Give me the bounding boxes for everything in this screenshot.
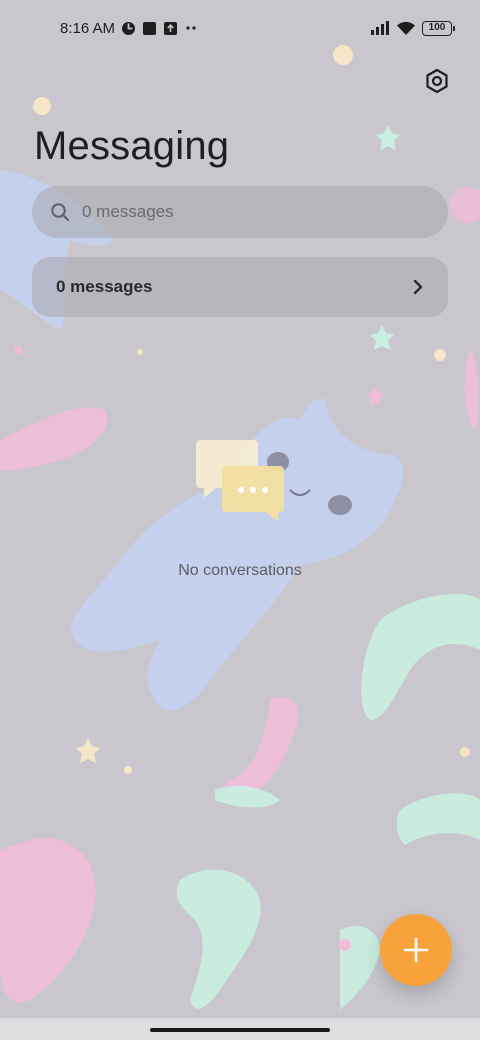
home-indicator[interactable]: [150, 1028, 330, 1032]
plus-icon: [403, 937, 429, 963]
notification-app-icon: [142, 21, 157, 36]
vpn-icon: [121, 21, 136, 36]
upload-icon: [163, 21, 178, 36]
chevron-right-icon: [412, 279, 424, 295]
settings-icon: [426, 68, 448, 94]
settings-button[interactable]: [420, 64, 454, 98]
status-left: 8:16 AM: [60, 20, 198, 37]
status-right: 100: [370, 20, 455, 36]
signal-icon: [370, 21, 390, 35]
messages-summary-card[interactable]: 0 messages: [32, 257, 448, 317]
search-icon: [51, 203, 70, 222]
summary-label: 0 messages: [56, 277, 153, 296]
new-conversation-button[interactable]: [380, 914, 452, 986]
more-notifications-icon: [184, 25, 198, 31]
wifi-icon: [396, 21, 416, 36]
page-title: Messaging: [34, 124, 230, 168]
status-time: 8:16 AM: [60, 19, 116, 37]
empty-conversations-icon: [196, 440, 284, 522]
messaging-screen: 8:16 AM 100 Messaging 0 messages 0 messa…: [0, 0, 480, 1040]
status-bar: 8:16 AM 100: [0, 0, 480, 56]
battery-icon: 100: [422, 20, 455, 36]
search-bar[interactable]: [32, 186, 448, 238]
search-input[interactable]: [82, 202, 382, 222]
empty-state-text: No conversations: [178, 562, 302, 579]
